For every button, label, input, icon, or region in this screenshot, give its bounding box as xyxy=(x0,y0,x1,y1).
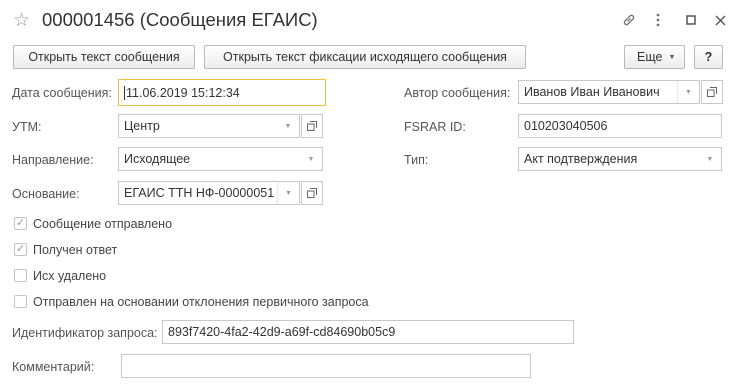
chevron-down-icon[interactable]: ▼ xyxy=(277,115,299,137)
chevron-down-icon[interactable]: ▼ xyxy=(300,148,322,170)
open-fixation-button[interactable]: Открыть текст фиксации исходящего сообще… xyxy=(204,45,526,69)
request-id-value: 893f7420-4fa2-42d9-a69f-cd84690b05c9 xyxy=(168,325,396,339)
sent-on-rejection-label: Отправлен на основании отклонения первич… xyxy=(33,295,369,309)
link-icon[interactable] xyxy=(619,10,639,30)
outgoing-deleted-label: Исх удалено xyxy=(33,269,107,283)
basis-value: ЕГАИС ТТН НФ-00000051 xyxy=(124,186,275,200)
response-received-checkbox[interactable]: ✓ xyxy=(14,243,27,256)
utm-value: Центр xyxy=(124,119,160,133)
utm-label: УТМ: xyxy=(12,120,42,134)
text-cursor xyxy=(124,85,125,100)
type-field[interactable]: Акт подтверждения ▼ xyxy=(518,147,722,171)
fsrar-label: FSRAR ID: xyxy=(404,120,466,134)
direction-value: Исходящее xyxy=(124,152,191,166)
type-value: Акт подтверждения xyxy=(524,152,638,166)
star-icon[interactable]: ☆ xyxy=(13,11,30,30)
close-icon[interactable] xyxy=(710,10,730,30)
comment-label: Комментарий: xyxy=(12,360,95,374)
date-label: Дата сообщения: xyxy=(12,86,112,100)
author-label: Автор сообщения: xyxy=(404,86,511,100)
fsrar-value: 010203040506 xyxy=(524,119,608,133)
author-open-button[interactable] xyxy=(701,80,723,104)
utm-open-button[interactable] xyxy=(301,114,323,138)
chevron-down-icon[interactable]: ▼ xyxy=(699,148,721,170)
response-received-label: Получен ответ xyxy=(33,243,118,257)
direction-label: Направление: xyxy=(12,153,94,167)
open-icon xyxy=(307,188,317,198)
open-icon xyxy=(307,121,317,131)
outgoing-deleted-checkbox[interactable] xyxy=(14,269,27,282)
dropdown-arrow-icon: ▼ xyxy=(668,53,676,61)
message-sent-label: Сообщение отправлено xyxy=(33,217,173,231)
author-value: Иванов Иван Иванович xyxy=(524,85,660,99)
basis-open-button[interactable] xyxy=(301,181,323,205)
chevron-down-icon[interactable]: ▼ xyxy=(677,81,699,103)
more-vertical-icon[interactable] xyxy=(648,10,668,30)
comment-field[interactable] xyxy=(121,354,531,378)
request-id-field[interactable]: 893f7420-4fa2-42d9-a69f-cd84690b05c9 xyxy=(162,320,574,344)
more-button[interactable]: Еще ▼ xyxy=(624,45,685,69)
date-value: 11.06.2019 15:12:34 xyxy=(126,85,240,100)
date-field[interactable]: 11.06.2019 15:12:34 xyxy=(118,79,326,106)
author-field[interactable]: Иванов Иван Иванович ▼ xyxy=(518,80,700,104)
maximize-icon[interactable] xyxy=(681,10,701,30)
message-sent-checkbox[interactable]: ✓ xyxy=(14,217,27,230)
request-id-label: Идентификатор запроса: xyxy=(12,326,158,340)
basis-label: Основание: xyxy=(12,187,80,201)
chevron-down-icon[interactable]: ▼ xyxy=(277,182,299,204)
more-button-label: Еще xyxy=(637,50,663,64)
basis-field[interactable]: ЕГАИС ТТН НФ-00000051 ▼ xyxy=(118,181,300,205)
direction-field[interactable]: Исходящее ▼ xyxy=(118,147,323,171)
open-icon xyxy=(707,87,717,97)
help-button[interactable]: ? xyxy=(694,45,723,69)
open-message-button[interactable]: Открыть текст сообщения xyxy=(13,45,195,69)
sent-on-rejection-checkbox[interactable] xyxy=(14,295,27,308)
type-label: Тип: xyxy=(404,153,429,167)
window-title: 000001456 (Сообщения ЕГАИС) xyxy=(42,9,318,30)
title-bar: ☆ 000001456 (Сообщения ЕГАИС) xyxy=(0,0,742,40)
utm-field[interactable]: Центр ▼ xyxy=(118,114,300,138)
fsrar-field[interactable]: 010203040506 xyxy=(518,114,722,138)
